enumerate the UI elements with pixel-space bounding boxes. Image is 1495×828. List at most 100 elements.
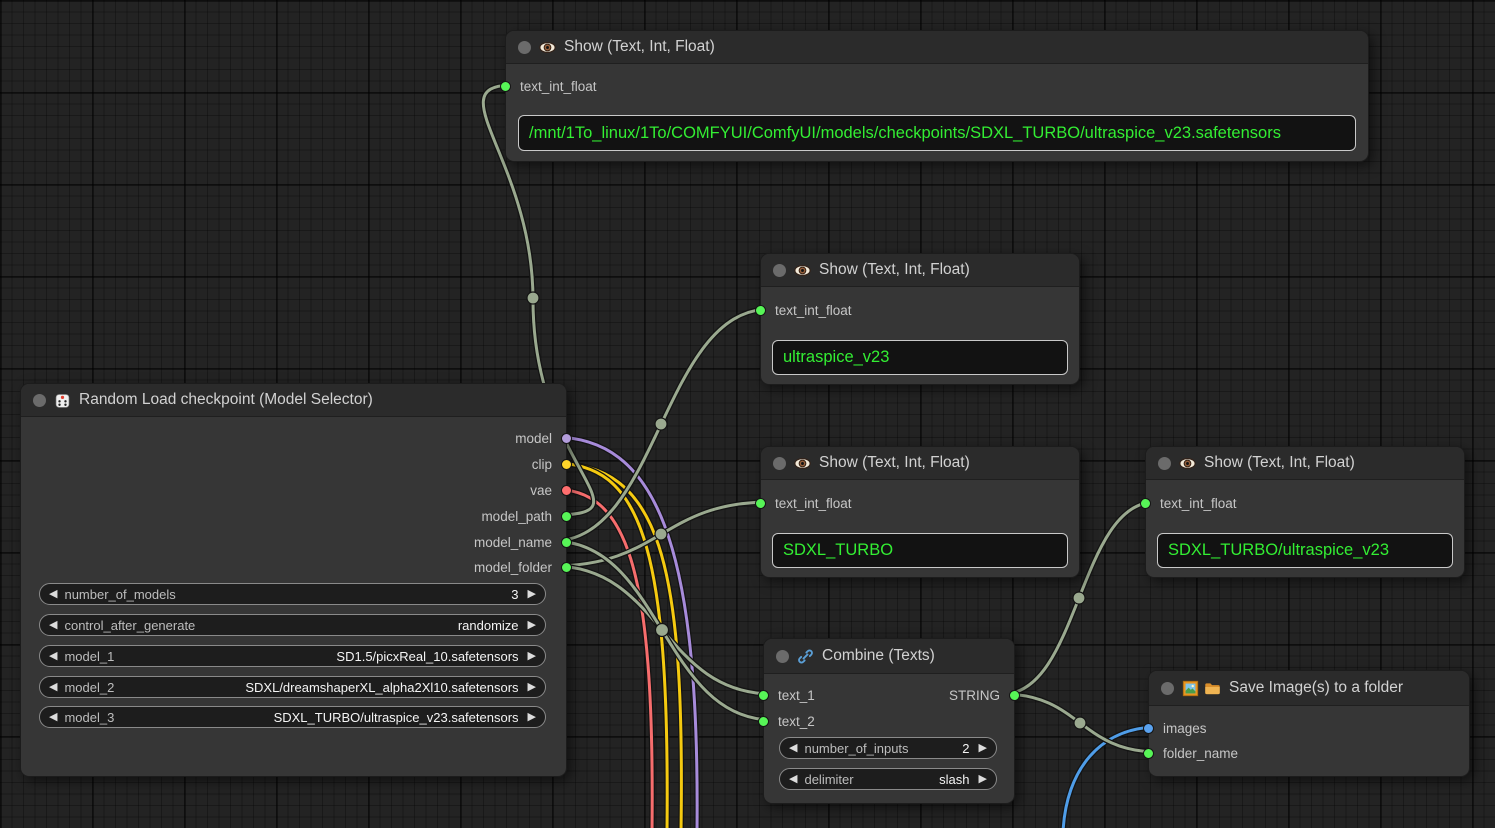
decrement-arrow-icon[interactable]: ◀ [49, 651, 57, 662]
show-value-box[interactable]: SDXL_TURBO/ultraspice_v23 [1157, 533, 1453, 568]
eye-icon [1179, 455, 1196, 472]
input-dot[interactable] [755, 305, 766, 316]
widget-label: number_of_inputs [804, 741, 908, 756]
collapse-dot[interactable] [33, 394, 46, 407]
input-dot[interactable] [500, 81, 511, 92]
input-label: text_int_float [1160, 496, 1237, 511]
node-show-model-folder[interactable]: Show (Text, Int, Float) text_int_float S… [760, 446, 1080, 578]
output-dot-string[interactable] [1009, 690, 1020, 701]
increment-arrow-icon[interactable]: ▶ [979, 774, 987, 785]
output-slot-model: model [515, 429, 572, 447]
decrement-arrow-icon[interactable]: ◀ [789, 743, 797, 754]
node-show-combined[interactable]: Show (Text, Int, Float) text_int_float S… [1145, 446, 1465, 578]
output-slot-model-path: model_path [481, 507, 572, 525]
input-slot-text-2: text_2 [758, 712, 815, 730]
node-title: Show (Text, Int, Float) [1204, 454, 1355, 472]
node-header[interactable]: Save Image(s) to a folder [1149, 671, 1469, 706]
node-random-load-checkpoint[interactable]: Random Load checkpoint (Model Selector) … [20, 383, 567, 777]
eye-icon [794, 455, 811, 472]
input-slot-images: images [1143, 719, 1207, 737]
input-label: folder_name [1163, 746, 1238, 761]
show-value-box[interactable]: ultraspice_v23 [772, 340, 1068, 375]
input-dot-images[interactable] [1143, 723, 1154, 734]
widget-value: SDXL/dreamshaperXL_alpha2Xl10.safetensor… [245, 680, 518, 695]
increment-arrow-icon[interactable]: ▶ [528, 651, 536, 662]
input-slot-text-int-float: text_int_float [755, 494, 852, 512]
widget-value: randomize [458, 618, 519, 633]
node-header[interactable]: Show (Text, Int, Float) [506, 31, 1368, 64]
output-label: model_path [481, 509, 552, 524]
decrement-arrow-icon[interactable]: ◀ [49, 589, 57, 600]
increment-arrow-icon[interactable]: ▶ [528, 620, 536, 631]
widget-value: 2 [962, 741, 969, 756]
eye-icon [794, 262, 811, 279]
input-label: text_int_float [520, 79, 597, 94]
widget-label: model_1 [64, 649, 114, 664]
show-value-text: SDXL_TURBO/ultraspice_v23 [1168, 541, 1389, 560]
node-header[interactable]: Show (Text, Int, Float) [1146, 447, 1464, 480]
input-dot-folder-name[interactable] [1143, 748, 1154, 759]
node-save-images-to-folder[interactable]: Save Image(s) to a folder images folder_… [1148, 670, 1470, 777]
link-icon [797, 648, 814, 665]
output-label: model [515, 431, 552, 446]
increment-arrow-icon[interactable]: ▶ [528, 682, 536, 693]
output-dot-vae[interactable] [561, 485, 572, 496]
widget-model-2[interactable]: ◀ model_2 SDXL/dreamshaperXL_alpha2Xl10.… [39, 676, 546, 698]
collapse-dot[interactable] [1161, 682, 1174, 695]
widget-model-1[interactable]: ◀ model_1 SD1.5/picxReal_10.safetensors … [39, 645, 546, 667]
widget-control-after-generate[interactable]: ◀ control_after_generate randomize ▶ [39, 614, 546, 636]
dice-icon [54, 392, 71, 409]
output-label: vae [530, 483, 552, 498]
node-combine-texts[interactable]: Combine (Texts) text_1 text_2 STRING ◀ n… [763, 638, 1015, 804]
collapse-dot[interactable] [518, 41, 531, 54]
node-header[interactable]: Combine (Texts) [764, 639, 1014, 674]
node-show-model-path[interactable]: Show (Text, Int, Float) text_int_float /… [505, 30, 1369, 162]
collapse-dot[interactable] [773, 264, 786, 277]
output-dot-clip[interactable] [561, 459, 572, 470]
collapse-dot[interactable] [1158, 457, 1171, 470]
output-dot-model-folder[interactable] [561, 562, 572, 573]
widget-delimiter[interactable]: ◀ delimiter slash ▶ [779, 768, 997, 790]
increment-arrow-icon[interactable]: ▶ [528, 712, 536, 723]
input-slot-text-1: text_1 [758, 686, 815, 704]
input-dot[interactable] [758, 716, 769, 727]
decrement-arrow-icon[interactable]: ◀ [49, 712, 57, 723]
increment-arrow-icon[interactable]: ▶ [979, 743, 987, 754]
decrement-arrow-icon[interactable]: ◀ [789, 774, 797, 785]
widget-number-of-models[interactable]: ◀ number_of_models 3 ▶ [39, 583, 546, 605]
widget-value: SDXL_TURBO/ultraspice_v23.safetensors [274, 710, 519, 725]
widget-label: model_2 [64, 680, 114, 695]
collapse-dot[interactable] [776, 650, 789, 663]
output-label: model_folder [474, 560, 552, 575]
node-show-model-name[interactable]: Show (Text, Int, Float) text_int_float u… [760, 253, 1080, 385]
input-label: text_2 [778, 714, 815, 729]
collapse-dot[interactable] [773, 457, 786, 470]
output-dot-model-path[interactable] [561, 511, 572, 522]
output-slot-vae: vae [530, 481, 572, 499]
output-dot-model-name[interactable] [561, 537, 572, 548]
show-value-text: ultraspice_v23 [783, 348, 889, 367]
node-title: Combine (Texts) [822, 647, 935, 665]
decrement-arrow-icon[interactable]: ◀ [49, 620, 57, 631]
widget-number-of-inputs[interactable]: ◀ number_of_inputs 2 ▶ [779, 737, 997, 759]
widget-label: delimiter [804, 772, 853, 787]
input-dot[interactable] [755, 498, 766, 509]
widget-model-3[interactable]: ◀ model_3 SDXL_TURBO/ultraspice_v23.safe… [39, 706, 546, 728]
node-graph-canvas[interactable]: Show (Text, Int, Float) text_int_float /… [0, 0, 1495, 828]
node-header[interactable]: Show (Text, Int, Float) [761, 254, 1079, 287]
show-value-box[interactable]: SDXL_TURBO [772, 533, 1068, 568]
widget-label: control_after_generate [64, 618, 195, 633]
input-label: text_int_float [775, 496, 852, 511]
output-label: STRING [949, 688, 1000, 703]
output-dot-model[interactable] [561, 433, 572, 444]
input-dot[interactable] [1140, 498, 1151, 509]
input-dot[interactable] [758, 690, 769, 701]
output-label: clip [532, 457, 552, 472]
node-header[interactable]: Show (Text, Int, Float) [761, 447, 1079, 480]
show-value-box[interactable]: /mnt/1To_linux/1To/COMFYUI/ComfyUI/model… [518, 115, 1356, 151]
node-header[interactable]: Random Load checkpoint (Model Selector) [21, 384, 566, 417]
picture-icon [1182, 680, 1199, 697]
decrement-arrow-icon[interactable]: ◀ [49, 682, 57, 693]
increment-arrow-icon[interactable]: ▶ [528, 589, 536, 600]
input-label: text_1 [778, 688, 815, 703]
